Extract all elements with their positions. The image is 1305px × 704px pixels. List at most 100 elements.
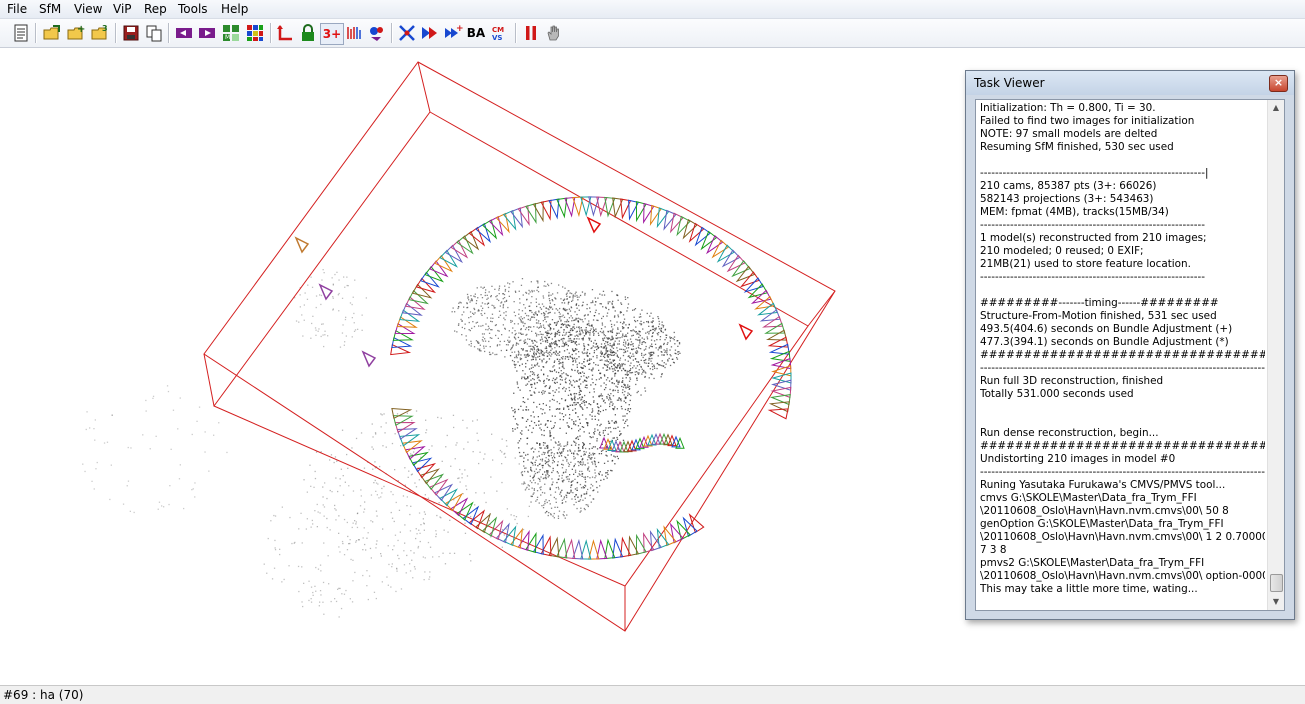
point [581, 457, 584, 460]
point [574, 478, 576, 480]
point [395, 590, 397, 593]
point [402, 495, 405, 497]
three-plus-button[interactable]: 3+ [320, 23, 344, 45]
point [586, 308, 588, 310]
camera-frustum [294, 236, 310, 254]
point [616, 436, 618, 439]
point [580, 383, 582, 385]
point [666, 343, 668, 345]
menu-view[interactable]: View [71, 1, 105, 17]
point [485, 501, 487, 504]
point [532, 458, 534, 460]
point [580, 327, 582, 329]
show-cameras-icon[interactable] [345, 23, 365, 43]
point [619, 359, 621, 361]
point [592, 463, 594, 465]
point [523, 340, 525, 342]
point [474, 504, 476, 506]
point [578, 500, 581, 502]
scroll-up-icon[interactable]: ▲ [1268, 100, 1284, 116]
point [526, 343, 528, 345]
scroll-down-icon[interactable]: ▼ [1268, 594, 1284, 610]
point [545, 346, 547, 348]
copy-icon[interactable] [144, 23, 164, 43]
next-model-icon[interactable] [197, 23, 217, 43]
point [564, 308, 566, 310]
point [631, 355, 633, 357]
pause-icon[interactable] [521, 23, 541, 43]
point [564, 334, 566, 336]
menu-rep[interactable]: Rep [141, 1, 170, 17]
log-scrollbar[interactable]: ▲ ▼ [1267, 100, 1284, 610]
fit-view-icon[interactable] [397, 23, 417, 43]
point [311, 519, 313, 522]
point [464, 327, 466, 330]
point [274, 549, 277, 551]
point [561, 376, 563, 378]
menu-help[interactable]: Help [218, 1, 251, 17]
point [628, 404, 630, 406]
point [547, 471, 549, 473]
point [555, 340, 557, 342]
point [161, 505, 163, 507]
point [580, 463, 582, 465]
color-cameras-icon[interactable] [367, 23, 387, 43]
hand-icon[interactable] [544, 23, 564, 43]
point [561, 373, 563, 375]
point [432, 556, 434, 558]
point [496, 298, 498, 300]
point [545, 347, 548, 350]
point [574, 395, 576, 397]
point [542, 340, 544, 342]
point [588, 320, 590, 322]
menu-file[interactable]: File [4, 1, 30, 17]
point [666, 350, 668, 352]
lock-icon[interactable] [298, 23, 318, 43]
task-viewer-window[interactable]: Task Viewer × Initialization: Th = 0.800… [965, 70, 1295, 620]
add-images-icon[interactable]: + [66, 23, 86, 43]
point [565, 341, 567, 344]
run-sfm-icon[interactable] [420, 23, 440, 43]
save-icon[interactable] [121, 23, 141, 43]
point [489, 337, 491, 339]
point [595, 309, 597, 311]
scroll-thumb[interactable] [1270, 574, 1283, 592]
menu-tools[interactable]: Tools [175, 1, 211, 17]
open-multiple-icon[interactable]: 3 [90, 23, 110, 43]
bundle-adjust-button[interactable]: BA [466, 23, 486, 43]
point [568, 417, 571, 419]
point [636, 339, 639, 341]
point [397, 539, 399, 542]
cmvs-icon[interactable]: CM VS [490, 23, 510, 43]
point [387, 545, 389, 547]
match-icon[interactable]: M [221, 23, 241, 43]
point [644, 387, 646, 389]
point [642, 356, 644, 359]
log-window-icon[interactable] [11, 23, 31, 43]
previous-model-icon[interactable] [174, 23, 194, 43]
menu-vip[interactable]: ViP [110, 1, 135, 17]
point [479, 344, 481, 346]
point [538, 450, 540, 453]
menu-sfm[interactable]: SfM [36, 1, 64, 17]
point [533, 451, 535, 453]
move-icon[interactable] [275, 23, 295, 43]
open-images-icon[interactable] [42, 23, 62, 43]
point [516, 423, 518, 425]
point [305, 528, 307, 530]
point [629, 338, 632, 340]
point [565, 310, 567, 312]
close-icon[interactable]: × [1269, 75, 1288, 92]
point [508, 286, 510, 289]
point [273, 567, 276, 569]
point [514, 366, 516, 369]
grid-icon[interactable] [245, 23, 265, 43]
point [520, 328, 522, 330]
point [563, 416, 565, 418]
point [545, 476, 547, 478]
task-viewer-log-panel[interactable]: Initialization: Th = 0.800, Ti = 30. Fail… [975, 99, 1285, 611]
point [507, 339, 509, 341]
task-viewer-titlebar[interactable]: Task Viewer × [966, 71, 1294, 95]
run-dense-icon[interactable]: + [443, 23, 463, 43]
point [531, 289, 533, 292]
